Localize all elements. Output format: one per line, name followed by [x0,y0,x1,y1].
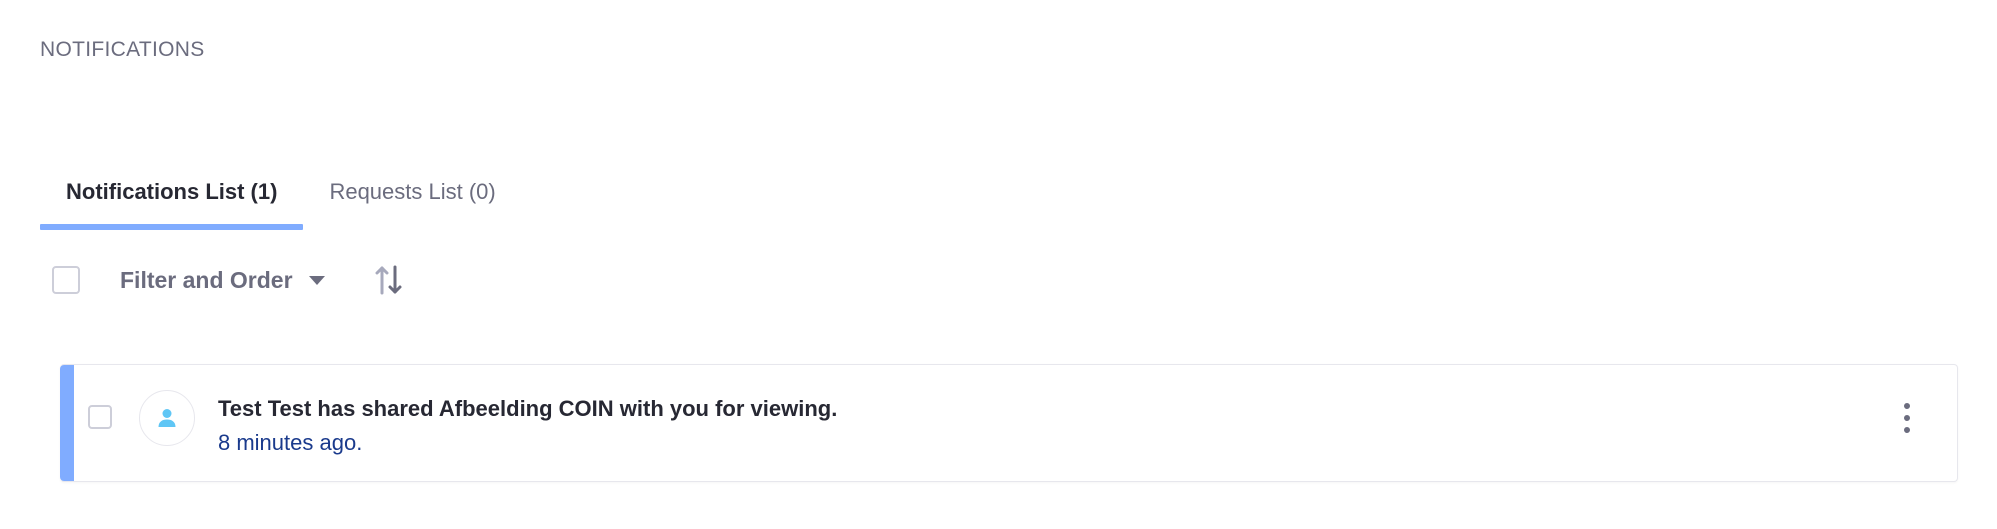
ellipsis-dot [1904,427,1910,433]
unread-indicator [60,365,74,481]
notification-time-link[interactable]: 8 minutes ago. [218,429,837,457]
notification-message: Test Test has shared Afbeelding COIN wit… [218,396,838,421]
management-toolbar: Filter and Order [52,262,405,298]
ellipsis-vertical-icon [1904,403,1910,409]
sort-order-icon [375,265,402,295]
sort-order-button[interactable] [373,262,405,298]
actions-menu-button[interactable] [1897,403,1917,433]
page-title: NOTIFICATIONS [40,38,205,61]
select-all-checkbox[interactable] [52,266,80,294]
notification-card[interactable]: Test Test has shared Afbeelding COIN wit… [60,364,1958,482]
tab-bar: Notifications List (1) Requests List (0) [40,168,522,230]
notification-body: Test Test has shared Afbeelding COIN wit… [218,395,837,457]
ellipsis-dot [1904,415,1910,421]
caret-down-icon [308,275,325,285]
notification-checkbox[interactable] [88,405,112,429]
tab-requests-list[interactable]: Requests List (0) [303,168,521,230]
filter-and-order-button[interactable]: Filter and Order [120,267,325,294]
user-icon [158,409,176,427]
tab-notifications-list[interactable]: Notifications List (1) [40,168,304,230]
filter-and-order-label: Filter and Order [120,266,293,293]
avatar [139,390,195,446]
